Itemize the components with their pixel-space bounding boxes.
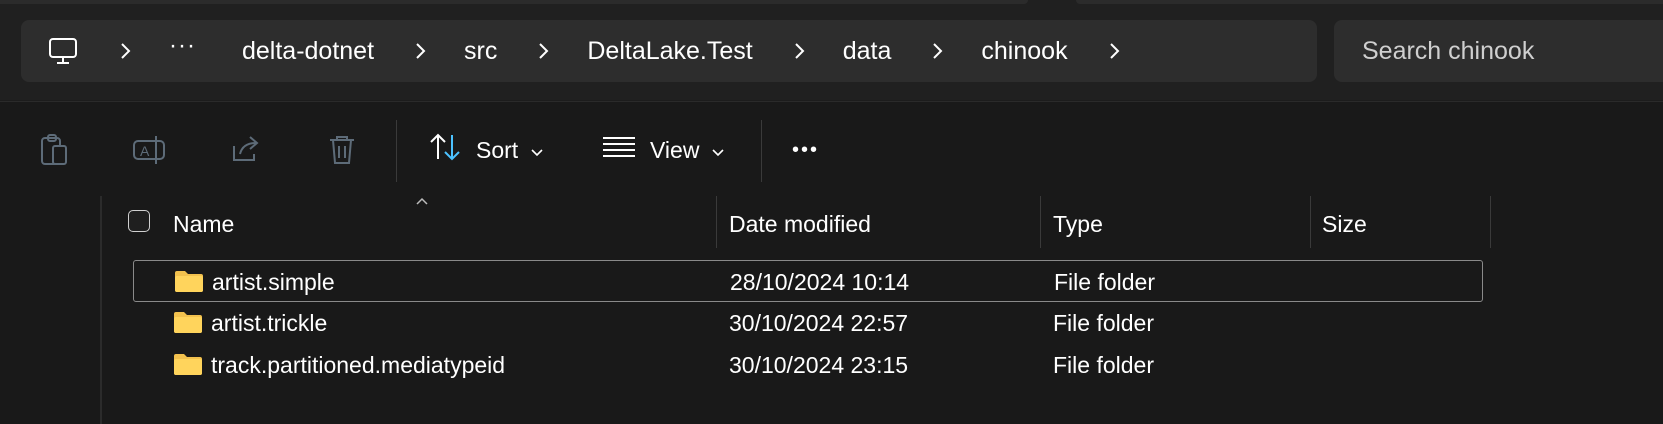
share-icon[interactable] <box>228 132 264 168</box>
search-input[interactable]: Search chinook <box>1334 20 1663 82</box>
rename-icon[interactable]: A <box>132 132 168 168</box>
select-all-checkbox[interactable] <box>128 210 150 232</box>
file-row[interactable]: artist.simple 28/10/2024 10:14 File fold… <box>133 260 1483 302</box>
column-header-name[interactable]: Name <box>173 196 234 252</box>
chevron-right-icon[interactable] <box>925 38 951 64</box>
sort-icon <box>428 132 462 168</box>
file-type: File folder <box>1053 351 1154 378</box>
file-date: 30/10/2024 22:57 <box>729 309 909 336</box>
folder-icon <box>173 310 203 334</box>
chevron-right-icon[interactable] <box>787 38 813 64</box>
file-type: File folder <box>1054 268 1155 295</box>
column-divider[interactable] <box>1490 196 1491 248</box>
chevron-right-icon[interactable] <box>113 38 139 64</box>
chevron-right-icon[interactable] <box>408 38 434 64</box>
file-name: track.partitioned.mediatypeid <box>211 351 506 378</box>
breadcrumb-delta-dotnet[interactable]: delta-dotnet <box>242 37 374 66</box>
search-placeholder: Search chinook <box>1362 36 1535 65</box>
folder-icon <box>173 352 203 376</box>
more-icon: ••• <box>792 138 820 161</box>
column-header: Name Date modified Type Size <box>0 196 1663 252</box>
file-date: 28/10/2024 10:14 <box>730 268 910 295</box>
folder-icon <box>174 269 204 293</box>
file-name: artist.simple <box>212 268 335 295</box>
breadcrumb-chinook[interactable]: chinook <box>981 37 1067 66</box>
clipboard-icon[interactable] <box>36 132 72 168</box>
file-row[interactable]: track.partitioned.mediatypeid 30/10/2024… <box>133 344 1483 386</box>
breadcrumb-src[interactable]: src <box>464 37 497 66</box>
view-list-icon <box>602 134 636 166</box>
tab-strip-edge <box>1076 0 1663 4</box>
column-header-date[interactable]: Date modified <box>729 196 871 252</box>
breadcrumb-data[interactable]: data <box>843 37 892 66</box>
breadcrumb-overflow[interactable]: ··· <box>169 32 196 60</box>
sort-ascending-icon <box>415 193 429 211</box>
file-type: File folder <box>1053 309 1154 336</box>
view-button[interactable]: View <box>602 124 725 176</box>
sort-button[interactable]: Sort <box>428 124 544 176</box>
tab-strip-edge <box>0 0 1028 4</box>
toolbar-separator <box>761 120 762 182</box>
file-row[interactable]: artist.trickle 30/10/2024 22:57 File fol… <box>133 302 1483 344</box>
chevron-right-icon[interactable] <box>531 38 557 64</box>
sort-label: Sort <box>476 136 519 163</box>
column-header-type[interactable]: Type <box>1053 196 1103 252</box>
chevron-down-icon <box>530 137 544 164</box>
column-header-size[interactable]: Size <box>1322 196 1367 252</box>
column-divider[interactable] <box>1040 196 1041 248</box>
breadcrumb-deltalake-test[interactable]: DeltaLake.Test <box>587 37 752 66</box>
computer-icon[interactable] <box>47 35 79 67</box>
column-divider[interactable] <box>1310 196 1311 248</box>
delete-icon[interactable] <box>324 132 360 168</box>
file-date: 30/10/2024 23:15 <box>729 351 909 378</box>
more-options-button[interactable]: ••• <box>792 124 819 176</box>
column-divider[interactable] <box>716 196 717 248</box>
svg-text:A: A <box>140 143 150 159</box>
chevron-right-icon[interactable] <box>1102 38 1128 64</box>
chevron-down-icon <box>711 137 725 164</box>
view-label: View <box>650 136 700 163</box>
command-bar: A Sort View ••• <box>0 101 1663 197</box>
address-bar[interactable]: ··· delta-dotnet src DeltaLake.Test data… <box>21 20 1317 82</box>
toolbar-separator <box>396 120 397 182</box>
file-name: artist.trickle <box>211 309 328 336</box>
